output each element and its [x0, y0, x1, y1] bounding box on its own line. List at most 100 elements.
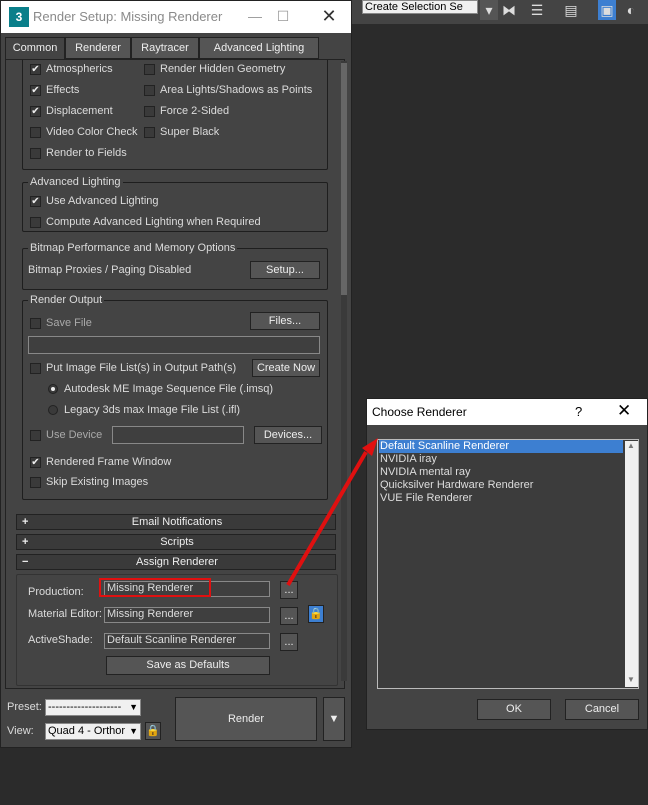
minimize-icon[interactable]: — [241, 5, 269, 27]
tab-common[interactable]: Common [5, 37, 65, 60]
effects-checkbox[interactable]: ✔ [30, 85, 41, 96]
3dsmax-logo-icon: 3 [9, 7, 29, 27]
scroll-down-icon[interactable]: ▼ [627, 675, 635, 684]
view-lock-icon[interactable]: 🔒 [145, 722, 161, 740]
render-hidden-geometry-label: Render Hidden Geometry [160, 63, 286, 75]
material-editor-browse-button[interactable]: ... [280, 607, 298, 625]
use-advanced-lighting-label: Use Advanced Lighting [46, 195, 159, 207]
super-black-label: Super Black [160, 126, 220, 138]
render-button[interactable]: Render [175, 697, 317, 741]
area-lights-checkbox[interactable] [144, 85, 155, 96]
mirror-icon[interactable]: ⧓ [500, 0, 518, 20]
devices-button[interactable]: Devices... [254, 426, 322, 444]
window-title: Render Setup: Missing Renderer [33, 9, 223, 24]
help-icon[interactable]: ? [575, 404, 582, 419]
setup-button[interactable]: Setup... [250, 261, 320, 279]
preset-dropdown[interactable]: -------------------- ▼ [45, 699, 141, 716]
rollout-email-title: Email Notifications [131, 516, 223, 528]
curve-editor-icon[interactable]: ◐ [622, 0, 640, 20]
bitmap-status: Bitmap Proxies / Paging Disabled [28, 264, 192, 276]
selection-set-dropdown[interactable]: Create Selection Se [362, 0, 478, 14]
tab-renderer[interactable]: Renderer [65, 37, 131, 59]
list-scrollbar[interactable]: ▲ ▼ [625, 441, 638, 687]
scene-explorer-icon[interactable]: ▣ [598, 0, 616, 20]
choose-renderer-titlebar: Choose Renderer ? ✕ [367, 399, 647, 425]
cancel-button[interactable]: Cancel [565, 699, 639, 720]
rendered-frame-window-label: Rendered Frame Window [46, 456, 172, 468]
imsq-label: Autodesk ME Image Sequence File (.imsq) [64, 383, 274, 395]
force-2-sided-checkbox[interactable] [144, 106, 155, 117]
list-item-vue-file[interactable]: VUE File Renderer [379, 492, 623, 505]
lock-icon[interactable]: 🔒 [308, 605, 324, 623]
activeshade-browse-button[interactable]: ... [280, 633, 298, 651]
align-icon[interactable]: ☰ [528, 0, 546, 20]
close-icon[interactable]: ✕ [315, 5, 343, 27]
use-advanced-lighting-checkbox[interactable]: ✔ [30, 196, 41, 207]
use-device-checkbox[interactable] [30, 430, 41, 441]
area-lights-label: Area Lights/Shadows as Points [160, 84, 313, 96]
close-icon[interactable]: ✕ [617, 401, 631, 421]
list-item-default-scanline[interactable]: Default Scanline Renderer [379, 440, 623, 453]
production-highlight-box [99, 578, 211, 597]
renderer-list[interactable]: Default Scanline Renderer NVIDIA iray NV… [377, 439, 639, 689]
render-options-dropdown-icon[interactable]: ▼ [323, 697, 345, 741]
ifl-radio[interactable] [48, 405, 58, 415]
ifl-label: Legacy 3ds max Image File List (.ifl) [64, 404, 241, 416]
material-editor-renderer-field: Missing Renderer [104, 607, 270, 623]
save-file-checkbox[interactable] [30, 318, 41, 329]
view-value: Quad 4 - Orthor [48, 725, 126, 737]
effects-label: Effects [46, 84, 80, 96]
layer-icon[interactable]: ▤ [562, 0, 580, 20]
list-item-nvidia-iray[interactable]: NVIDIA iray [379, 453, 623, 466]
tab-advanced-lighting[interactable]: Advanced Lighting [199, 37, 319, 59]
production-browse-button[interactable]: ... [280, 581, 298, 599]
rollout-assign-renderer[interactable]: Assign Renderer − [16, 554, 336, 570]
view-label: View: [7, 725, 34, 737]
rollout-email-notifications[interactable]: Email Notifications + [16, 514, 336, 530]
list-item-nvidia-mental-ray[interactable]: NVIDIA mental ray [379, 466, 623, 479]
ok-button[interactable]: OK [477, 699, 551, 720]
put-image-file-list-label: Put Image File List(s) in Output Path(s) [46, 362, 237, 374]
scroll-up-icon[interactable]: ▲ [627, 441, 635, 450]
output-path-field[interactable] [28, 336, 320, 354]
collapse-icon: − [22, 556, 29, 568]
render-hidden-geometry-checkbox[interactable] [144, 64, 155, 75]
production-label: Production: [28, 586, 84, 598]
render-output-group [22, 300, 328, 500]
files-button[interactable]: Files... [250, 312, 320, 330]
video-color-check-checkbox[interactable] [30, 127, 41, 138]
super-black-checkbox[interactable] [144, 127, 155, 138]
list-item-quicksilver[interactable]: Quicksilver Hardware Renderer [379, 479, 623, 492]
compute-advanced-lighting-label: Compute Advanced Lighting when Required [46, 216, 261, 228]
rendered-frame-window-checkbox[interactable]: ✔ [30, 457, 41, 468]
dropdown-arrow-icon[interactable]: ▾ [480, 0, 498, 20]
panel-scroll-thumb[interactable] [341, 63, 347, 295]
skip-existing-checkbox[interactable] [30, 477, 41, 488]
render-setup-window: 3 Render Setup: Missing Renderer — ☐ ✕ C… [0, 0, 352, 748]
skip-existing-label: Skip Existing Images [46, 476, 149, 488]
compute-advanced-lighting-checkbox[interactable] [30, 217, 41, 228]
displacement-checkbox[interactable]: ✔ [30, 106, 41, 117]
rollout-scripts[interactable]: Scripts + [16, 534, 336, 550]
atmospherics-checkbox[interactable]: ✔ [30, 64, 41, 75]
choose-renderer-dialog: Choose Renderer ? ✕ Default Scanline Ren… [366, 398, 648, 730]
preset-label: Preset: [7, 701, 42, 713]
dialog-title: Choose Renderer [372, 405, 467, 419]
put-image-file-list-checkbox[interactable] [30, 363, 41, 374]
render-setup-titlebar: 3 Render Setup: Missing Renderer — ☐ ✕ [1, 1, 351, 33]
tab-raytracer[interactable]: Raytracer [131, 37, 199, 59]
atmospherics-label: Atmospherics [46, 63, 113, 75]
create-now-button[interactable]: Create Now [252, 359, 320, 377]
save-as-defaults-button[interactable]: Save as Defaults [106, 656, 270, 675]
render-to-fields-label: Render to Fields [46, 147, 127, 159]
save-file-label: Save File [46, 317, 92, 329]
maximize-icon[interactable]: ☐ [269, 5, 297, 27]
view-dropdown[interactable]: Quad 4 - Orthor ▼ [45, 723, 141, 740]
displacement-label: Displacement [46, 105, 113, 117]
advanced-lighting-title: Advanced Lighting [28, 176, 123, 188]
render-to-fields-checkbox[interactable] [30, 148, 41, 159]
expand-icon: + [22, 536, 29, 548]
imsq-radio[interactable] [48, 384, 58, 394]
device-field[interactable] [112, 426, 244, 444]
material-editor-label: Material Editor: [28, 608, 102, 620]
